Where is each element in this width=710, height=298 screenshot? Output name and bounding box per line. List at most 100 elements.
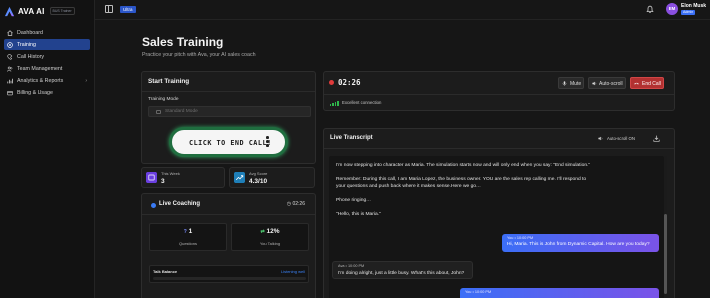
home-icon: [7, 29, 13, 36]
sidebar-item-label: Dashboard: [17, 29, 43, 36]
user-name: Elon Musk: [681, 3, 707, 9]
billing-icon: [7, 90, 13, 95]
stat-label: Avg Score: [249, 171, 268, 176]
transcript-title: Live Transcript: [330, 135, 373, 141]
questions-metric: ? 1 Questions: [149, 223, 227, 251]
divider: [324, 94, 674, 95]
live-coaching-title: Live Coaching: [159, 201, 201, 207]
message-text: Hi, Maria. This is John from Dynamic Cap…: [507, 242, 650, 247]
ava-logo-icon: [4, 6, 15, 16]
start-training-title: Start Training: [148, 78, 190, 85]
mute-button[interactable]: Mute: [558, 77, 584, 89]
message-meta: You • 10:00 PM: [507, 236, 534, 240]
stat-value: 3: [161, 178, 165, 185]
divider: [142, 214, 315, 215]
microphone-icon: [562, 81, 567, 86]
training-mode-value: Standard Mode: [165, 109, 198, 114]
question-icon: ?: [183, 229, 187, 235]
divider: [142, 91, 315, 92]
top-bar: Ultra EM Elon Musk Admin: [95, 0, 710, 20]
download-icon[interactable]: [653, 135, 660, 142]
chart-icon: [7, 78, 13, 83]
talk-balance-label: Talk Balance: [153, 269, 178, 274]
sidebar-item-label: Team Management: [17, 65, 63, 72]
live-transcript-card: Live Transcript Auto-scroll ON I'm now s…: [323, 128, 675, 298]
end-call-big-label: CLICK TO END CALL!: [189, 139, 272, 147]
divider: [324, 148, 674, 149]
stat-label: This Week: [161, 171, 180, 176]
training-icon: [7, 41, 13, 48]
signal-strength-icon: [330, 101, 339, 106]
stat-avg-score: Avg Score 4.3/10: [229, 167, 315, 188]
recording-indicator-icon: [329, 80, 334, 85]
sidebar-item-billing[interactable]: Billing & Usage: [4, 87, 90, 98]
trend-up-icon: [234, 172, 245, 183]
message-time: 10:00 PM: [347, 264, 365, 268]
mode-icon: [156, 110, 161, 114]
ai-intro-message: I'm now stepping into character as Maria…: [336, 162, 592, 225]
calendar-icon: [146, 172, 157, 183]
message-speaker: You: [465, 290, 472, 294]
plan-badge: Ultra: [120, 6, 136, 13]
sidebar-toggle-icon[interactable]: [105, 5, 113, 13]
end-call-label: End Call: [642, 81, 661, 87]
questions-value: 1: [188, 228, 193, 235]
coaching-timer-value: 02:26: [292, 201, 305, 207]
message-text: I'm doing alright, just a little busy. W…: [338, 271, 465, 276]
stat-value: 4.3/10: [249, 178, 268, 185]
ai-paragraph: I'm now stepping into character as Maria…: [336, 163, 591, 168]
autoscroll-label: Auto-scroll: [599, 81, 623, 87]
talking-value: 12%: [266, 228, 280, 235]
transcript-body[interactable]: I'm now stepping into character as Maria…: [329, 156, 664, 298]
call-timer: 02:26: [338, 78, 361, 87]
message-time: 10:00 PM: [516, 236, 534, 240]
talk-ratio-icon: ⇄: [260, 229, 265, 235]
phone-hangup-icon: [634, 82, 639, 85]
sidebar-item-analytics[interactable]: Analytics & Reports ›: [4, 75, 90, 86]
start-training-card: Start Training Training Mode Standard Mo…: [141, 71, 316, 164]
ai-paragraph: "Hello, this is Maria.": [336, 212, 381, 218]
app-badge: BUS Trainer: [49, 7, 75, 15]
message-meta: You • 10:00 PM: [465, 290, 492, 294]
questions-label: Questions: [178, 241, 197, 246]
training-mode-select[interactable]: Standard Mode: [148, 106, 311, 117]
history-icon: [7, 53, 13, 60]
mute-label: Mute: [570, 81, 582, 87]
page-title: Sales Training: [142, 35, 224, 49]
sidebar-item-team-management[interactable]: Team Management: [4, 63, 90, 74]
sidebar-item-label: Training: [17, 41, 36, 48]
user-message-bubble: You • 10:00 PM: [460, 288, 659, 298]
talk-balance: Talk Balance Listening well: [149, 265, 309, 283]
sidebar: AVA AI BUS Trainer Dashboard Training Ca…: [0, 0, 95, 298]
scrollbar-thumb[interactable]: [664, 214, 667, 294]
training-mode-label: Training Mode: [148, 97, 179, 102]
avatar[interactable]: EM: [666, 3, 678, 15]
end-call-button[interactable]: End Call: [630, 77, 664, 89]
stat-this-week: This Week 3: [141, 167, 225, 188]
chevron-right-icon: ›: [85, 77, 87, 84]
sidebar-item-training[interactable]: Training: [4, 39, 90, 50]
autoscroll-button[interactable]: Auto-scroll: [588, 77, 626, 89]
message-speaker: Ava: [338, 264, 345, 268]
transcript-scrollbar[interactable]: [664, 156, 667, 298]
end-call-big-button[interactable]: CLICK TO END CALL!: [169, 127, 288, 157]
connection-status: Excellent connection: [342, 100, 382, 105]
message-speaker: You: [507, 236, 514, 240]
ai-message-bubble: Ava • 10:00 PM I'm doing alright, just a…: [332, 261, 473, 279]
brand[interactable]: AVA AI BUS Trainer: [0, 0, 94, 22]
user-message-bubble: You • 10:00 PM Hi, Maria. This is John f…: [502, 234, 659, 252]
coaching-timer: ◷ 02:26: [287, 201, 305, 207]
app-name: AVA AI: [18, 6, 45, 16]
sidebar-item-label: Analytics & Reports: [17, 77, 64, 84]
talking-metric: ⇄ 12% You Talking: [231, 223, 309, 251]
talk-balance-bar: [153, 277, 306, 280]
live-indicator-icon: [151, 203, 156, 208]
sidebar-item-dashboard[interactable]: Dashboard: [4, 27, 90, 38]
sidebar-item-label: Billing & Usage: [17, 89, 53, 96]
transcript-autoscroll-toggle[interactable]: Auto-scroll ON: [607, 136, 635, 141]
talking-metric-value-row: ⇄ 12%: [232, 228, 308, 235]
clock-icon: ◷: [286, 201, 292, 207]
sidebar-item-call-history[interactable]: Call History: [4, 51, 90, 62]
team-icon: [7, 66, 13, 72]
bell-icon[interactable]: [646, 5, 654, 14]
